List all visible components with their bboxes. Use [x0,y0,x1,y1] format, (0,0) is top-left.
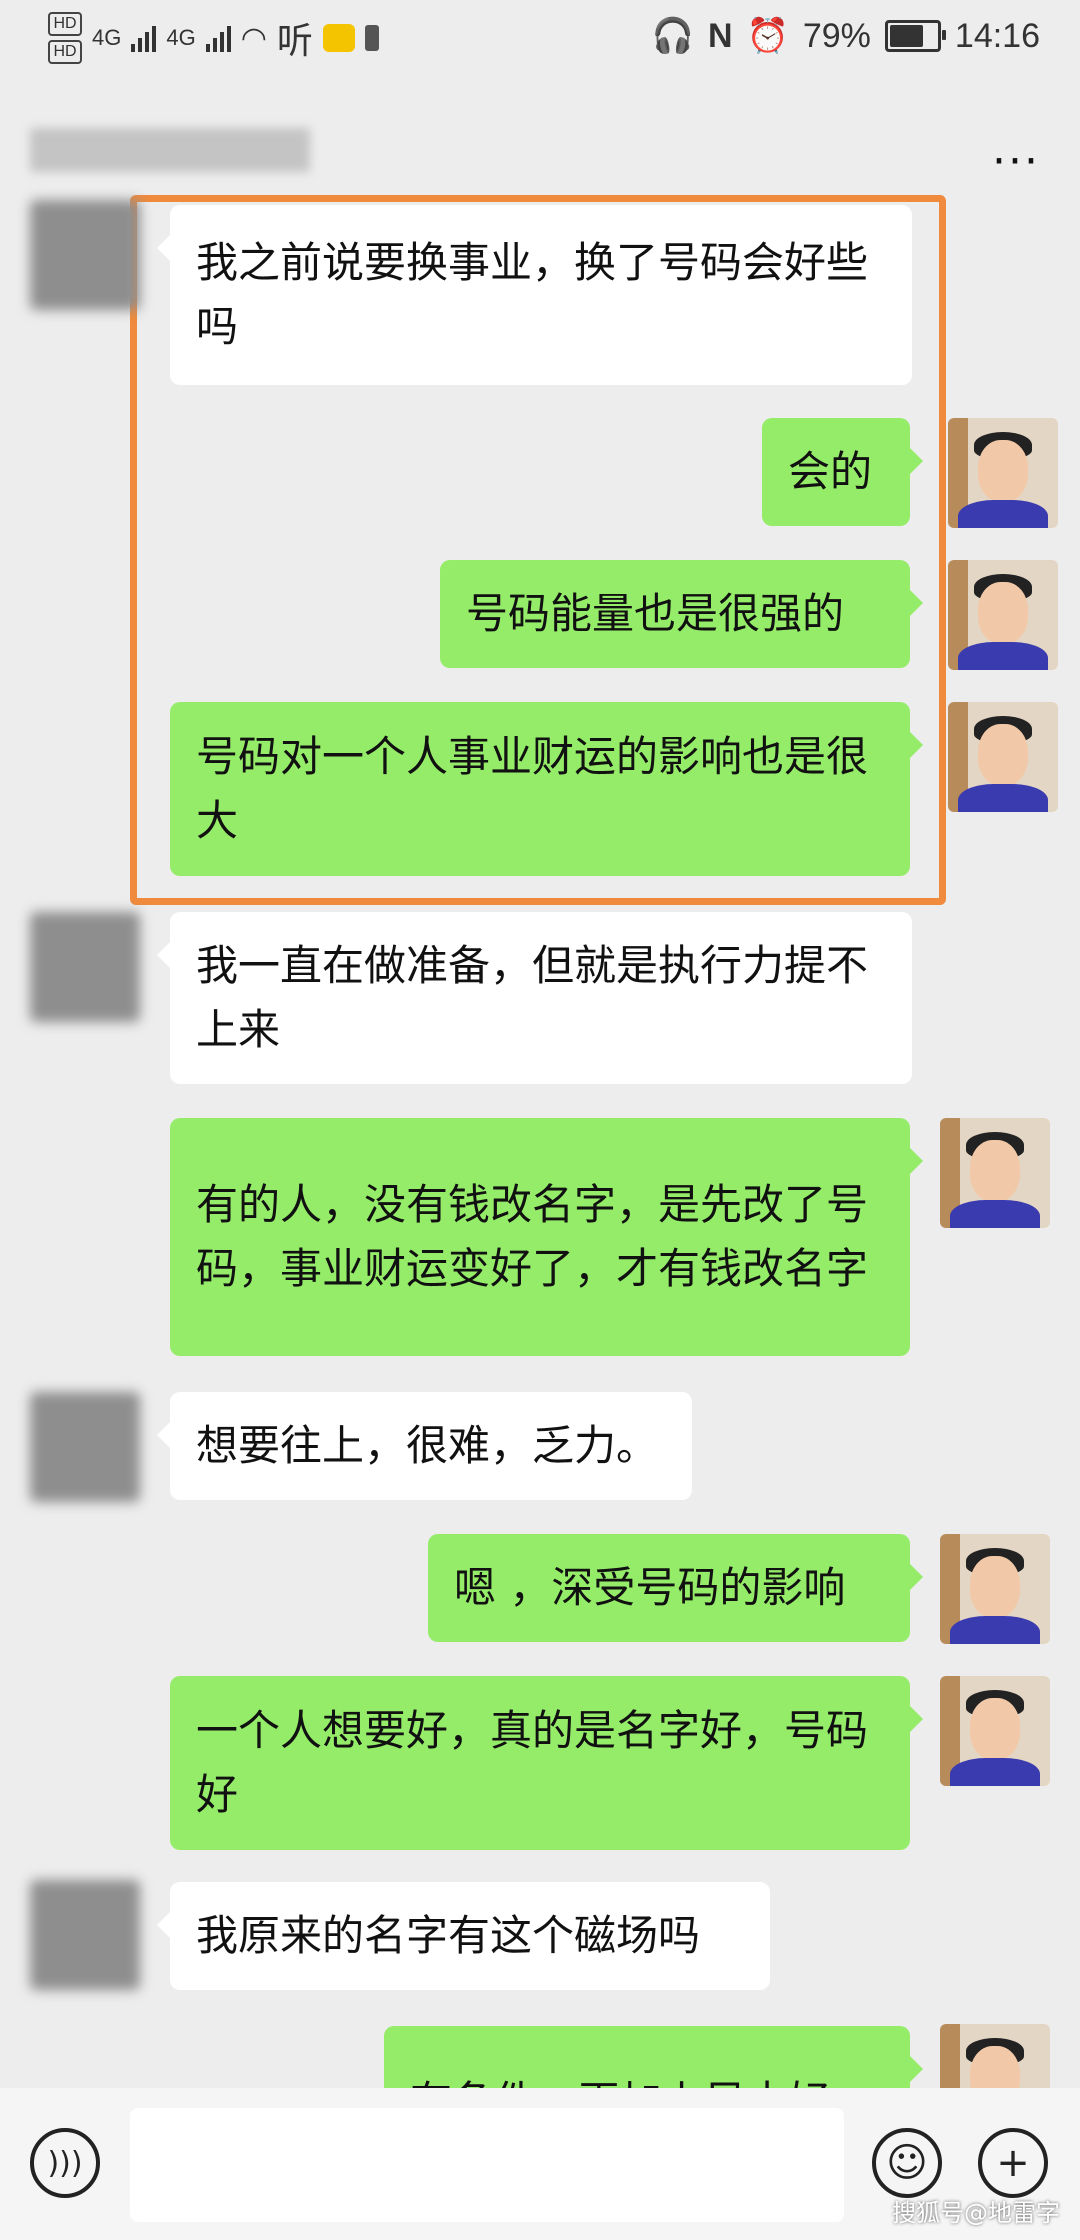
watermark: 搜狐号@地雷字 [892,2199,1060,2227]
message-bubble-incoming[interactable]: 我一直在做准备，但就是执行力提不上来 [157,912,912,1084]
my-avatar[interactable] [948,418,1058,528]
headset-icon: 🎧 [651,17,694,55]
plus-icon[interactable]: + [978,2128,1048,2198]
hd-label-2: HD [48,40,82,64]
message-bubble-outgoing[interactable]: 会的 [762,418,923,526]
listen-app-icon: 听 [276,20,313,61]
contact-avatar[interactable] [30,1392,140,1502]
nfc-icon: N [707,16,733,55]
voice-icon[interactable]: ))) [30,2128,100,2198]
my-avatar[interactable] [948,702,1058,812]
message-bubble-outgoing[interactable]: 号码能量也是很强的 [440,560,923,668]
contact-avatar[interactable] [30,1880,140,1990]
network-label-2: 4G [166,25,196,50]
emoji-icon[interactable]: ☺ [872,2128,942,2198]
hd-indicator: HD HD [48,10,82,66]
more-options-icon[interactable]: ··· [992,136,1040,187]
signal-icon-2 [205,24,231,52]
alarm-icon: ⏰ [746,17,789,55]
notification-icon [364,25,379,51]
contact-avatar[interactable] [30,912,140,1022]
message-bubble-outgoing[interactable]: 一个人想要好，真的是名字好，号码好 [170,1676,923,1850]
my-avatar[interactable] [948,560,1058,670]
message-bubble-outgoing[interactable]: 号码对一个人事业财运的影响也是很大 [170,702,923,876]
signal-icon [131,24,157,52]
message-input[interactable] [130,2108,844,2222]
app-notification-icon [322,24,355,52]
chat-input-bar: ))) ☺ + 搜狐号@地雷字 [0,2088,1080,2240]
network-label-1: 4G [92,25,122,50]
battery-icon [884,20,946,52]
clock: 14:16 [954,16,1040,55]
message-bubble-outgoing[interactable]: 嗯 ，深受号码的影响 [428,1534,923,1642]
battery-percent: 79% [802,16,871,55]
chat-header: ··· [0,90,1080,200]
status-bar: HD HD 4G 4G ◠ 听 🎧 N ⏰ 79% 14:16 [0,0,1080,80]
my-avatar[interactable] [940,1534,1050,1644]
my-avatar[interactable] [940,1118,1050,1228]
wifi-icon: ◠ [240,21,267,55]
hd-label-1: HD [48,12,82,36]
message-bubble-incoming[interactable]: 想要往上，很难，乏力。 [157,1392,692,1500]
message-bubble-incoming[interactable]: 我原来的名字有这个磁场吗 [157,1882,770,1990]
message-bubble-outgoing[interactable]: 有的人，没有钱改名字，是先改了号码，事业财运变好了，才有钱改名字 [170,1118,923,1356]
chat-title-blurred [30,128,310,172]
my-avatar[interactable] [940,1676,1050,1786]
contact-avatar[interactable] [30,200,140,310]
message-bubble-incoming[interactable]: 我之前说要换事业，换了号码会好些吗 [157,205,912,385]
